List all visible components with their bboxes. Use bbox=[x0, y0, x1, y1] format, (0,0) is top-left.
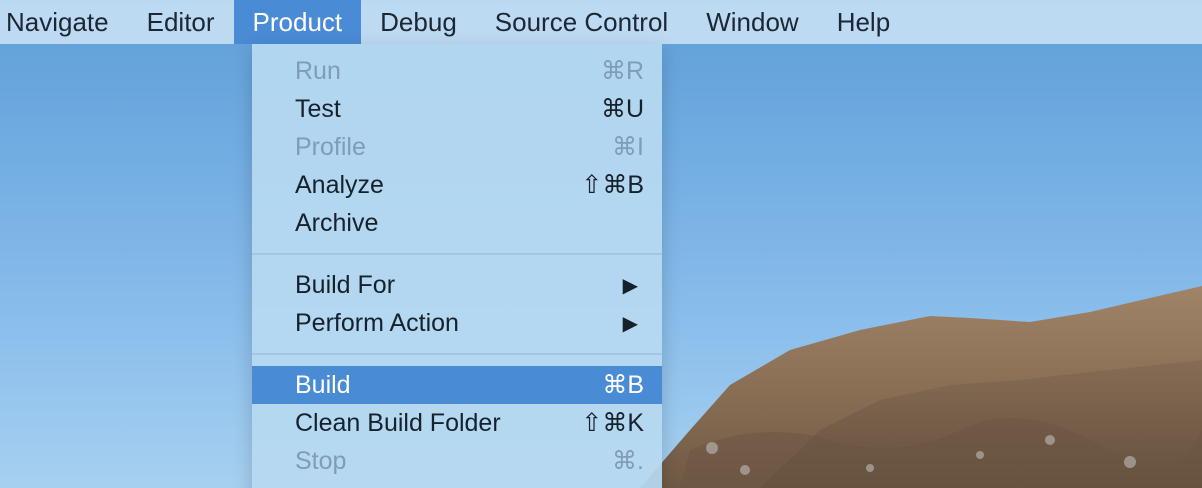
menu-item-shortcut: ⌘B bbox=[602, 371, 644, 399]
desktop: Navigate Editor Product Debug Source Control… bbox=[0, 0, 1202, 488]
menu-item-label: Run bbox=[295, 56, 341, 85]
menu-item-run: Run ⌘R bbox=[252, 52, 662, 90]
menu-item-label: Stop bbox=[295, 446, 347, 475]
menu-item-analyze[interactable]: Analyze ⇧⌘B bbox=[252, 166, 662, 204]
menu-item-label: Analyze bbox=[295, 170, 384, 199]
menu-item-stop: Stop ⌘. bbox=[252, 442, 662, 480]
menu-item-label: Build For bbox=[295, 270, 396, 299]
menu-bar: Navigate Editor Product Debug Source Control… bbox=[0, 0, 1202, 44]
menubar-item-editor[interactable]: Editor bbox=[128, 0, 234, 44]
menu-item-build[interactable]: Build ⌘B bbox=[252, 366, 662, 404]
menu-item-shortcut: ⇧⌘K bbox=[581, 409, 644, 437]
triangle-right-icon: ▶ bbox=[622, 312, 638, 335]
menubar-item-navigate[interactable]: Navigate bbox=[0, 0, 128, 44]
menu-item-profile: Profile ⌘I bbox=[252, 128, 662, 166]
product-menu-dropdown: Run ⌘R Test ⌘U Profile ⌘I Analyze ⇧⌘B Archive Bui… bbox=[252, 44, 662, 488]
menu-item-clean-build-folder[interactable]: Clean Build Folder ⇧⌘K bbox=[252, 404, 662, 442]
menu-item-label: Profile bbox=[295, 132, 366, 161]
menu-item-shortcut: ⌘I bbox=[612, 133, 644, 161]
menubar-item-help[interactable]: Help bbox=[818, 0, 909, 44]
menu-item-archive[interactable]: Archive bbox=[252, 204, 662, 242]
menu-item-shortcut: ⌘U bbox=[600, 95, 644, 123]
menu-item-label: Test bbox=[295, 94, 341, 123]
menu-item-shortcut: ⌘. bbox=[612, 447, 644, 475]
menu-separator bbox=[252, 342, 662, 366]
menu-item-label: Perform Action bbox=[295, 308, 459, 337]
menu-item-label: Clean Build Folder bbox=[295, 408, 501, 437]
menubar-item-source-control[interactable]: Source Control bbox=[476, 0, 687, 44]
menubar-item-product[interactable]: Product bbox=[233, 0, 362, 44]
menu-item-label: Archive bbox=[295, 208, 379, 237]
menu-item-test[interactable]: Test ⌘U bbox=[252, 90, 662, 128]
menubar-item-window[interactable]: Window bbox=[687, 0, 817, 44]
menu-separator bbox=[252, 242, 662, 266]
triangle-right-icon: ▶ bbox=[622, 274, 638, 297]
menu-item-shortcut: ⇧⌘B bbox=[581, 171, 644, 199]
menu-item-shortcut: ⌘R bbox=[600, 57, 644, 85]
menu-item-label: Build bbox=[295, 370, 351, 399]
menu-item-perform-action[interactable]: Perform Action ▶ bbox=[252, 304, 662, 342]
menubar-item-debug[interactable]: Debug bbox=[361, 0, 476, 44]
menu-item-build-for[interactable]: Build For ▶ bbox=[252, 266, 662, 304]
